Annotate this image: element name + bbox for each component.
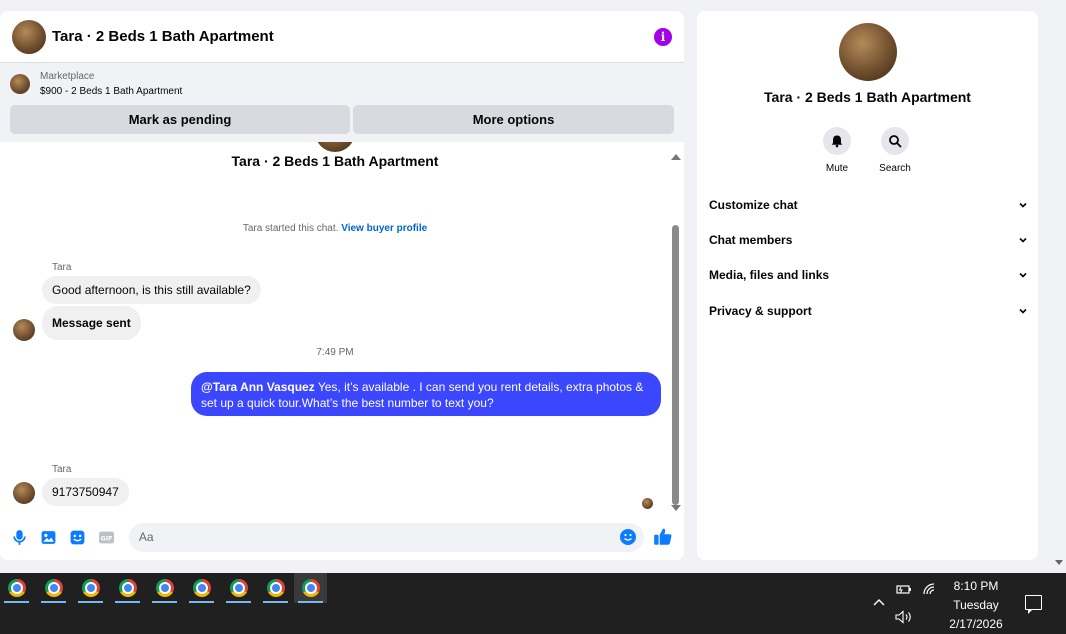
clock-time: 8:10 PM [953, 579, 999, 593]
section-label: Customize chat [709, 198, 798, 212]
section-label: Chat members [709, 233, 793, 247]
chrome-icon [118, 579, 137, 597]
section-privacy-support[interactable]: Privacy & support [709, 298, 1027, 324]
chat-header: Tara · 2 Beds 1 Bath Apartment i [0, 11, 684, 63]
clock-day: Tuesday [953, 598, 999, 612]
microphone-icon[interactable] [10, 527, 30, 547]
taskbar-chrome-window[interactable] [185, 573, 218, 603]
taskbar-chrome-window[interactable] [74, 573, 107, 603]
listing-thumbnail [10, 74, 30, 94]
listing-summary: $900 - 2 Beds 1 Bath Apartment [40, 86, 183, 97]
search-button[interactable]: Search [870, 127, 920, 174]
svg-text:GIF: GIF [100, 534, 112, 542]
section-customize-chat[interactable]: Customize chat [709, 192, 1027, 218]
incoming-message[interactable]: 9173750947 [42, 478, 129, 506]
chat-panel: Tara · 2 Beds 1 Bath Apartment i Marketp… [0, 11, 684, 560]
listing-avatar[interactable] [12, 19, 46, 54]
message-timestamp: 7:49 PM [316, 347, 354, 358]
gif-icon[interactable]: GIF [96, 527, 116, 547]
thread-title: Tara · 2 Beds 1 Bath Apartment [231, 153, 439, 169]
info-avatar[interactable] [839, 23, 897, 81]
search-icon[interactable] [881, 127, 909, 155]
chrome-icon [44, 579, 63, 597]
chat-info-panel: Tara · 2 Beds 1 Bath Apartment Mute Sear… [697, 11, 1038, 560]
thumbs-up-icon[interactable] [652, 526, 674, 548]
incoming-message[interactable]: Good afternoon, is this still available? [42, 276, 261, 304]
image-icon[interactable] [39, 527, 59, 547]
sender-avatar[interactable] [13, 319, 35, 341]
taskbar-chrome-window[interactable] [259, 573, 292, 603]
section-media-files-links[interactable]: Media, files and links [709, 262, 1027, 288]
chevron-down-icon [1019, 202, 1027, 208]
thread-scrollbar[interactable] [670, 151, 682, 514]
emoji-icon[interactable] [619, 529, 636, 545]
chat-title[interactable]: Tara · 2 Beds 1 Bath Apartment [52, 28, 274, 45]
mark-as-pending-button[interactable]: Mark as pending [10, 105, 350, 134]
chevron-down-icon [1019, 308, 1027, 314]
scroll-down-arrow-icon[interactable] [671, 505, 681, 511]
section-label: Media, files and links [709, 268, 830, 282]
taskbar-chrome-window-active[interactable] [294, 573, 327, 603]
sender-name: Tara [52, 464, 72, 475]
scroll-up-arrow-icon[interactable] [671, 154, 681, 160]
notification-center-icon[interactable] [1025, 595, 1042, 614]
taskbar-clock[interactable]: 8:10 PM Tuesday 2/17/2026 [940, 577, 1012, 634]
chevron-down-icon [1019, 237, 1027, 243]
sticker-icon[interactable] [67, 527, 87, 547]
battery-icon[interactable] [896, 583, 912, 598]
show-hidden-icons-chevron-icon[interactable] [873, 595, 885, 609]
page-scroll-down-arrow-icon[interactable] [1055, 560, 1063, 565]
chat-started-text: Tara started this chat. [242, 223, 339, 234]
incoming-message[interactable]: Message sent [42, 306, 141, 340]
chrome-icon [301, 579, 320, 597]
more-options-button[interactable]: More options [353, 105, 674, 134]
chrome-icon [192, 579, 211, 597]
search-label: Search [879, 163, 911, 174]
marketplace-listing[interactable]: Marketplace $900 - 2 Beds 1 Bath Apartme… [10, 69, 674, 99]
seen-indicator-avatar [642, 498, 653, 509]
marketplace-bar: Marketplace $900 - 2 Beds 1 Bath Apartme… [0, 63, 684, 142]
marketplace-label: Marketplace [40, 71, 95, 82]
chrome-icon [7, 579, 26, 597]
volume-icon[interactable] [895, 610, 913, 627]
scroll-thumb[interactable] [672, 225, 679, 505]
view-buyer-profile-link[interactable]: View buyer profile [341, 223, 427, 234]
taskbar-chrome-window[interactable] [148, 573, 181, 603]
clock-date: 2/17/2026 [949, 617, 1003, 631]
info-icon[interactable]: i [654, 27, 672, 46]
section-chat-members[interactable]: Chat members [709, 227, 1027, 253]
chrome-icon [155, 579, 174, 597]
sender-avatar[interactable] [13, 482, 35, 504]
info-title: Tara · 2 Beds 1 Bath Apartment [764, 89, 971, 105]
taskbar-chrome-window[interactable] [222, 573, 255, 603]
wifi-icon[interactable] [922, 582, 936, 599]
section-label: Privacy & support [709, 304, 812, 318]
message-input-placeholder: Aa [138, 530, 154, 544]
chrome-icon [81, 579, 100, 597]
bell-icon[interactable] [823, 127, 851, 155]
taskbar-chrome-window[interactable] [0, 573, 33, 603]
windows-taskbar: 8:10 PM Tuesday 2/17/2026 [0, 573, 1066, 634]
chevron-down-icon [1019, 272, 1027, 278]
taskbar-chrome-window[interactable] [37, 573, 70, 603]
message-composer: GIF Aa [0, 514, 684, 560]
thread-avatar [315, 142, 355, 152]
chat-started-notice: Tara started this chat. View buyer profi… [0, 223, 670, 234]
chrome-icon [229, 579, 248, 597]
message-thread[interactable]: Tara · 2 Beds 1 Bath Apartment Tara star… [0, 142, 684, 514]
sender-name: Tara [52, 262, 72, 273]
message-input[interactable]: Aa [128, 522, 644, 552]
outgoing-message[interactable]: @Tara Ann Vasquez Yes, it’s available . … [191, 372, 661, 416]
mention[interactable]: @Tara Ann Vasquez [201, 380, 315, 394]
mute-label: Mute [825, 163, 849, 174]
mute-button[interactable]: Mute [812, 127, 862, 174]
chrome-icon [266, 579, 285, 597]
taskbar-chrome-window[interactable] [111, 573, 144, 603]
